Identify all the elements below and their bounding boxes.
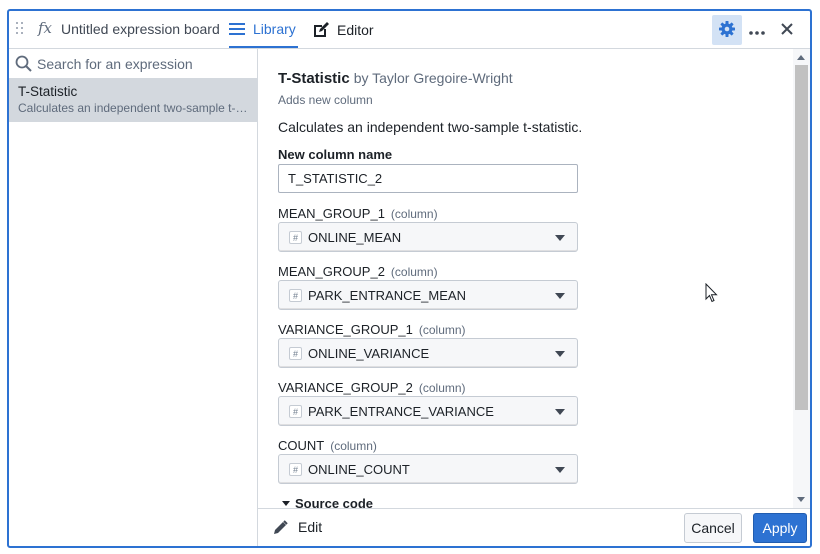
search-box bbox=[9, 49, 257, 78]
param-select-value: ONLINE_MEAN bbox=[308, 230, 402, 245]
param-select[interactable]: # ONLINE_COUNT bbox=[278, 454, 578, 484]
function-icon: fx bbox=[38, 19, 53, 37]
pencil-icon bbox=[273, 519, 288, 535]
numeric-type-icon: # bbox=[289, 463, 302, 476]
param-select-value: ONLINE_COUNT bbox=[308, 462, 410, 477]
param-name: VARIANCE_GROUP_2 bbox=[278, 380, 413, 395]
source-code-toggle[interactable]: Source code bbox=[282, 496, 373, 508]
param-label: MEAN_GROUP_2 (column) bbox=[278, 264, 438, 279]
drag-handle-icon[interactable] bbox=[16, 22, 24, 38]
caret-down-icon bbox=[555, 351, 565, 357]
param-hint: (column) bbox=[390, 265, 438, 279]
list-item-title: T-Statistic bbox=[18, 84, 78, 99]
param-hint: (column) bbox=[330, 439, 377, 453]
tab-library[interactable]: Library bbox=[229, 11, 298, 48]
header-bar: fx Untitled expression board Library Edi… bbox=[9, 11, 810, 49]
caret-down-icon bbox=[555, 293, 565, 299]
numeric-type-icon: # bbox=[289, 405, 302, 418]
tab-editor[interactable]: Editor bbox=[313, 11, 374, 48]
search-input[interactable] bbox=[37, 53, 252, 75]
edit-icon bbox=[313, 21, 329, 38]
param-label: COUNT (column) bbox=[278, 438, 377, 453]
param-name: MEAN_GROUP_2 bbox=[278, 264, 385, 279]
param-name: VARIANCE_GROUP_1 bbox=[278, 322, 413, 337]
param-select-value: PARK_ENTRANCE_VARIANCE bbox=[308, 404, 494, 419]
cancel-button[interactable]: Cancel bbox=[684, 513, 742, 543]
new-column-name-input[interactable] bbox=[278, 164, 578, 193]
tab-library-label: Library bbox=[253, 20, 296, 37]
scrollbar[interactable] bbox=[793, 49, 810, 508]
param-hint: (column) bbox=[418, 381, 466, 395]
expression-form-panel: T-Statistic by Taylor Gregoire-Wright Add… bbox=[258, 49, 810, 508]
scroll-down-icon[interactable] bbox=[797, 497, 805, 502]
caret-down-icon bbox=[555, 409, 565, 415]
scrollbar-thumb[interactable] bbox=[795, 65, 808, 410]
list-icon bbox=[229, 22, 245, 36]
tab-editor-label: Editor bbox=[337, 21, 374, 38]
close-button[interactable] bbox=[772, 15, 802, 45]
numeric-type-icon: # bbox=[289, 231, 302, 244]
param-select[interactable]: # PARK_ENTRANCE_VARIANCE bbox=[278, 396, 578, 426]
settings-button[interactable] bbox=[712, 15, 742, 45]
param-name: COUNT bbox=[278, 438, 325, 453]
search-icon bbox=[15, 55, 32, 75]
caret-down-icon bbox=[555, 467, 565, 473]
apply-button[interactable]: Apply bbox=[753, 513, 807, 543]
param-select-value: PARK_ENTRANCE_MEAN bbox=[308, 288, 466, 303]
expression-badge: Adds new column bbox=[278, 93, 373, 107]
more-button[interactable] bbox=[742, 15, 772, 45]
param-select[interactable]: # PARK_ENTRANCE_MEAN bbox=[278, 280, 578, 310]
numeric-type-icon: # bbox=[289, 289, 302, 302]
source-code-label: Source code bbox=[295, 496, 374, 508]
expression-board-window: fx Untitled expression board Library Edi… bbox=[7, 9, 812, 548]
param-select-value: ONLINE_VARIANCE bbox=[308, 346, 430, 361]
edit-button[interactable]: Edit bbox=[273, 519, 322, 535]
expression-heading: T-Statistic by Taylor Gregoire-Wright bbox=[278, 70, 513, 87]
library-sidebar: T-Statistic Calculates an independent tw… bbox=[9, 49, 258, 546]
param-label: VARIANCE_GROUP_1 (column) bbox=[278, 322, 466, 337]
param-label: MEAN_GROUP_1 (column) bbox=[278, 206, 438, 221]
caret-down-icon bbox=[282, 501, 290, 506]
param-select[interactable]: # ONLINE_VARIANCE bbox=[278, 338, 578, 368]
param-select[interactable]: # ONLINE_MEAN bbox=[278, 222, 578, 252]
board-title[interactable]: Untitled expression board bbox=[61, 21, 220, 37]
mouse-cursor-icon bbox=[705, 282, 719, 306]
expression-description: Calculates an independent two-sample t-s… bbox=[278, 119, 583, 135]
list-item[interactable]: T-Statistic Calculates an independent tw… bbox=[9, 78, 257, 122]
more-icon bbox=[749, 22, 765, 38]
numeric-type-icon: # bbox=[289, 347, 302, 360]
param-name: MEAN_GROUP_1 bbox=[278, 206, 385, 221]
gear-icon bbox=[719, 20, 735, 40]
caret-down-icon bbox=[555, 235, 565, 241]
param-hint: (column) bbox=[390, 207, 438, 221]
edit-label: Edit bbox=[298, 519, 323, 535]
scroll-up-icon[interactable] bbox=[797, 55, 805, 60]
expression-author: by Taylor Gregoire-Wright bbox=[353, 70, 513, 86]
footer-bar: Edit Cancel Apply bbox=[258, 508, 810, 546]
new-column-label: New column name bbox=[278, 147, 393, 162]
list-item-description: Calculates an independent two-sample t-s… bbox=[18, 101, 248, 115]
close-icon bbox=[781, 22, 793, 38]
param-hint: (column) bbox=[418, 323, 466, 337]
expression-name: T-Statistic bbox=[278, 70, 350, 87]
param-label: VARIANCE_GROUP_2 (column) bbox=[278, 380, 466, 395]
